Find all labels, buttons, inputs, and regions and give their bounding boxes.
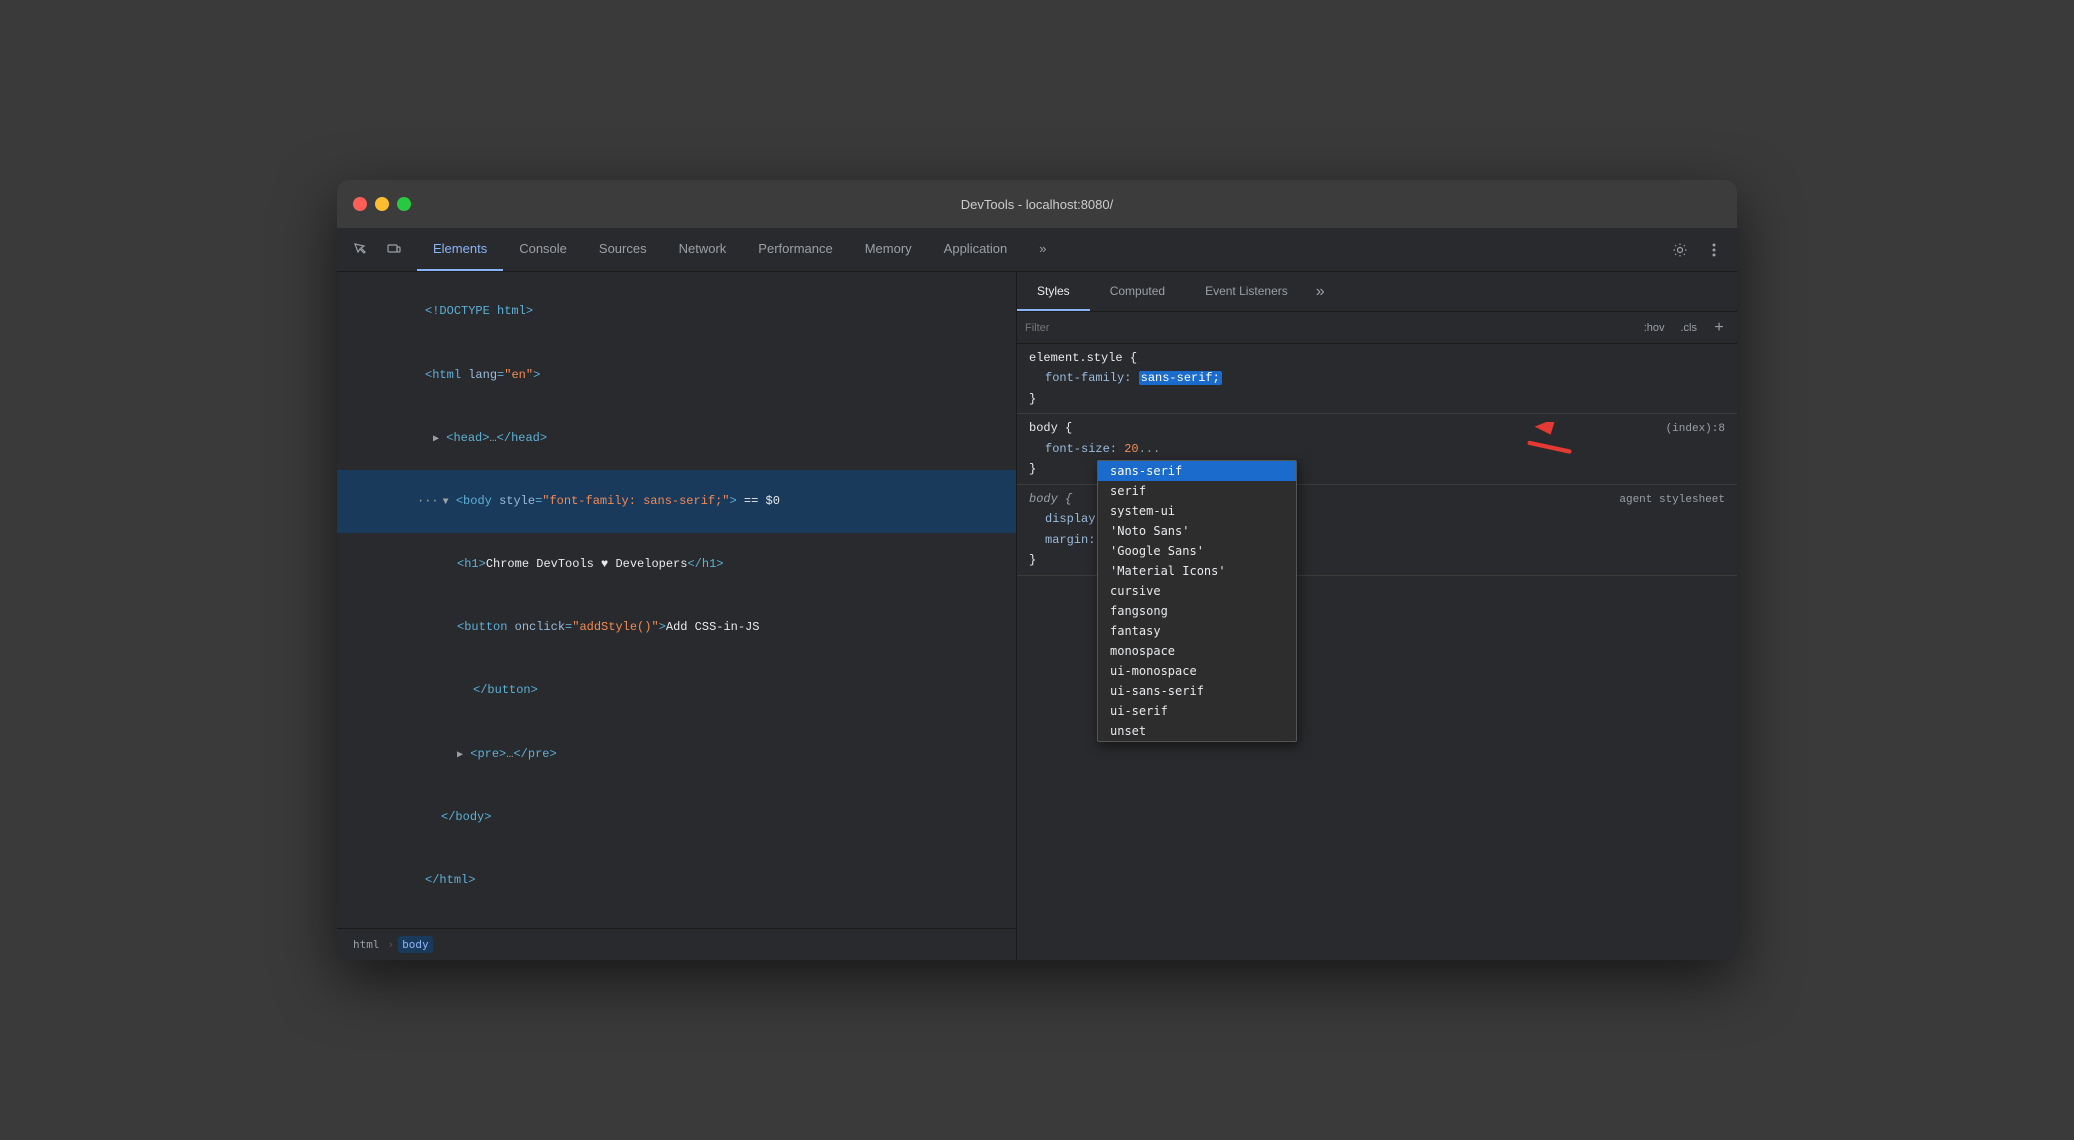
tab-more[interactable]: » — [1023, 228, 1062, 271]
cls-button[interactable]: .cls — [1677, 320, 1702, 336]
tab-event-listeners[interactable]: Event Listeners — [1185, 272, 1308, 311]
autocomplete-item-monospace[interactable]: monospace — [1098, 641, 1296, 661]
autocomplete-item-google-sans[interactable]: 'Google Sans' — [1098, 541, 1296, 561]
dom-line-head[interactable]: ▶ <head>…</head> — [337, 406, 1016, 469]
dom-line-body-close: </body> — [337, 785, 1016, 848]
autocomplete-item-ui-serif[interactable]: ui-serif — [1098, 701, 1296, 721]
autocomplete-item-fangsong[interactable]: fangsong — [1098, 601, 1296, 621]
dom-line-doctype: <!DOCTYPE html> — [337, 280, 1016, 343]
dom-line-pre[interactable]: ▶ <pre>…</pre> — [337, 722, 1016, 785]
tab-memory[interactable]: Memory — [849, 228, 928, 271]
toolbar-right-actions — [1657, 228, 1737, 271]
css-source-index: (index):8 — [1666, 420, 1725, 439]
devtools-window: DevTools - localhost:8080/ Elements Cons… — [337, 180, 1737, 960]
tab-styles[interactable]: Styles — [1017, 272, 1090, 311]
breadcrumb: html › body — [337, 928, 1016, 960]
autocomplete-item-sans-serif[interactable]: sans-serif — [1098, 461, 1296, 481]
autocomplete-item-cursive[interactable]: cursive — [1098, 581, 1296, 601]
add-style-button[interactable]: + — [1709, 318, 1729, 338]
dom-tree[interactable]: <!DOCTYPE html> <html lang="en"> ▶ <head… — [337, 272, 1016, 928]
css-selector-body-2[interactable]: body { — [1029, 489, 1072, 509]
more-options-icon[interactable] — [1699, 235, 1729, 265]
autocomplete-item-system-ui[interactable]: system-ui — [1098, 501, 1296, 521]
styles-content-wrapper: element.style { font-family: sans-serif;… — [1017, 344, 1737, 960]
dom-line-button: <button onclick="addStyle()">Add CSS-in-… — [337, 596, 1016, 659]
autocomplete-item-ui-monospace[interactable]: ui-monospace — [1098, 661, 1296, 681]
tab-console[interactable]: Console — [503, 228, 583, 271]
autocomplete-item-material-icons[interactable]: 'Material Icons' — [1098, 561, 1296, 581]
dom-panel: <!DOCTYPE html> <html lang="en"> ▶ <head… — [337, 272, 1017, 960]
tab-computed[interactable]: Computed — [1090, 272, 1185, 311]
dom-line-body[interactable]: ···▼ <body style="font-family: sans-seri… — [337, 470, 1016, 533]
css-source-agent: agent stylesheet — [1619, 491, 1725, 510]
css-property-fontsize[interactable]: font-size: 20... — [1045, 439, 1725, 459]
device-toggle-icon[interactable] — [379, 235, 409, 265]
breadcrumb-body[interactable]: body — [398, 936, 433, 953]
autocomplete-item-fantasy[interactable]: fantasy — [1098, 621, 1296, 641]
maximize-button[interactable] — [397, 197, 411, 211]
main-content-area: <!DOCTYPE html> <html lang="en"> ▶ <head… — [337, 272, 1737, 960]
hov-button[interactable]: :hov — [1640, 320, 1669, 336]
tab-application[interactable]: Application — [928, 228, 1024, 271]
settings-icon[interactable] — [1665, 235, 1695, 265]
toolbar-icon-group — [337, 228, 417, 271]
autocomplete-item-noto-sans[interactable]: 'Noto Sans' — [1098, 521, 1296, 541]
main-toolbar: Elements Console Sources Network Perform… — [337, 228, 1737, 272]
tab-sources[interactable]: Sources — [583, 228, 663, 271]
css-property-font-family[interactable]: font-family: sans-serif; — [1045, 368, 1725, 388]
dom-line-html-close: </html> — [337, 849, 1016, 912]
titlebar: DevTools - localhost:8080/ — [337, 180, 1737, 228]
main-tabs: Elements Console Sources Network Perform… — [417, 228, 1063, 271]
autocomplete-item-unset[interactable]: unset — [1098, 721, 1296, 741]
window-title: DevTools - localhost:8080/ — [961, 197, 1113, 212]
autocomplete-item-ui-sans-serif[interactable]: ui-sans-serif — [1098, 681, 1296, 701]
minimize-button[interactable] — [375, 197, 389, 211]
autocomplete-item-serif[interactable]: serif — [1098, 481, 1296, 501]
styles-filter-input[interactable] — [1025, 322, 1640, 334]
styles-panel: Styles Computed Event Listeners » :hov .… — [1017, 272, 1737, 960]
tab-performance[interactable]: Performance — [742, 228, 848, 271]
autocomplete-dropdown: sans-serif serif system-ui 'Noto Sans' '… — [1097, 460, 1297, 742]
styles-tabs: Styles Computed Event Listeners » — [1017, 272, 1737, 312]
close-button[interactable] — [353, 197, 367, 211]
css-rule-element-style: element.style { font-family: sans-serif;… — [1017, 344, 1737, 414]
styles-filter-bar: :hov .cls + — [1017, 312, 1737, 344]
dom-line-button-close: </button> — [337, 659, 1016, 722]
css-selector-element-style[interactable]: element.style { — [1029, 348, 1725, 368]
css-rule-close-1: } — [1029, 389, 1725, 409]
tab-elements[interactable]: Elements — [417, 228, 503, 271]
dom-line-h1: <h1>Chrome DevTools ♥ Developers</h1> — [337, 533, 1016, 596]
dom-line-html: <html lang="en"> — [337, 343, 1016, 406]
css-selector-body-1[interactable]: body { — [1029, 418, 1072, 438]
tab-styles-more[interactable]: » — [1308, 272, 1333, 311]
breadcrumb-html[interactable]: html — [349, 936, 384, 953]
window-controls — [353, 197, 411, 211]
inspect-icon[interactable] — [345, 235, 375, 265]
tab-network[interactable]: Network — [663, 228, 743, 271]
